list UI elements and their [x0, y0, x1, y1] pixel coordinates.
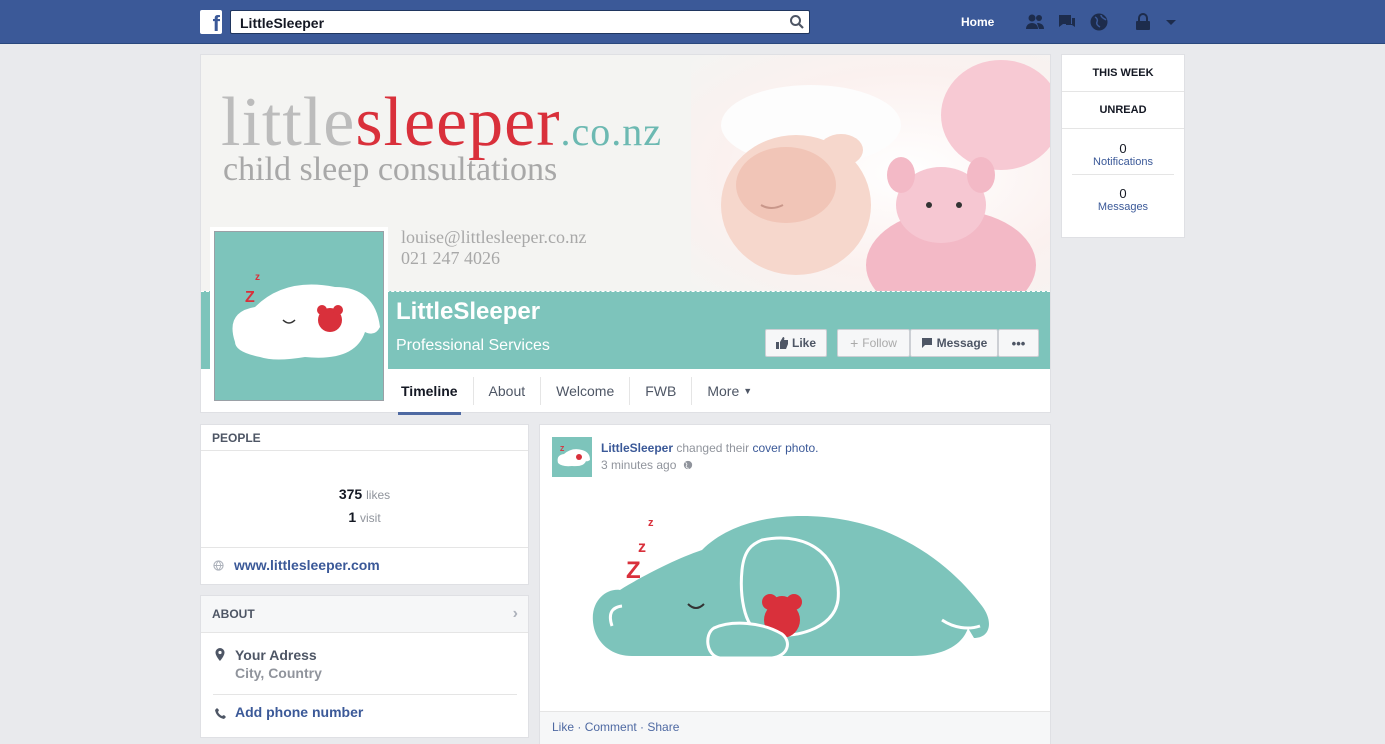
svg-text:Z: Z — [560, 446, 565, 453]
post-author-link[interactable]: LittleSleeper — [601, 441, 673, 455]
visits-count: 1 — [348, 509, 357, 525]
cover-photo-link[interactable]: cover photo. — [752, 441, 818, 455]
timeline-post: Z LittleSleeper changed their cover phot… — [539, 424, 1051, 744]
notifications-count: 0 — [1119, 141, 1127, 156]
website-row: www.littlesleeper.com — [201, 547, 528, 582]
this-week-heading[interactable]: THIS WEEK — [1062, 55, 1184, 92]
svg-text:Z: Z — [245, 289, 255, 306]
search-value: LittleSleeper — [240, 15, 325, 31]
logo-sleeper: sleeper — [355, 84, 561, 161]
messages-stat[interactable]: 0 Messages — [1062, 175, 1184, 213]
address-line-2: City, Country — [235, 665, 322, 681]
profile-picture[interactable]: Z z — [214, 231, 384, 401]
about-heading: ABOUT — [212, 607, 255, 621]
post-like-link[interactable]: Like — [552, 720, 574, 734]
add-phone-row[interactable]: Add phone number — [213, 694, 517, 720]
website-link[interactable]: www.littlesleeper.com — [234, 557, 380, 573]
sleeping-elephant-logo-icon: Z z — [232, 272, 380, 360]
top-navigation-bar: f LittleSleeper Home — [0, 0, 1385, 44]
add-phone-link[interactable]: Add phone number — [213, 704, 363, 720]
sleeping-elephant-image[interactable]: Z z z — [592, 510, 996, 670]
friend-requests-icon[interactable] — [1025, 12, 1045, 32]
post-action-text: changed their — [676, 441, 750, 455]
notifications-globe-icon[interactable] — [1089, 12, 1109, 32]
logo-little: little — [221, 84, 356, 161]
more-options-icon: ••• — [1011, 335, 1026, 351]
page-name[interactable]: LittleSleeper — [396, 298, 540, 326]
likes-count: 375 — [338, 486, 363, 502]
tab-about[interactable]: About — [474, 377, 542, 405]
messages-count: 0 — [1119, 186, 1127, 201]
message-button[interactable]: Message — [910, 329, 998, 357]
cover-phone: 021 247 4026 — [401, 248, 500, 268]
post-headline: LittleSleeper changed their cover photo. — [601, 441, 819, 455]
home-link[interactable]: Home — [961, 15, 994, 29]
follow-button[interactable]: + Follow — [837, 329, 910, 357]
people-card: PEOPLE 375 likes 1 visit www.littlesleep… — [200, 424, 529, 585]
svg-text:z: z — [648, 517, 654, 529]
post-comment-link[interactable]: Comment — [585, 720, 637, 734]
search-icon[interactable] — [789, 14, 805, 30]
svg-text:z: z — [255, 272, 260, 283]
sleeping-baby-photo — [691, 55, 1050, 320]
message-button-label: Message — [936, 336, 988, 350]
phone-icon — [215, 708, 226, 719]
about-heading-row[interactable]: ABOUT › — [201, 596, 528, 633]
follow-button-label: Follow — [862, 336, 897, 350]
page-tabs: Timeline About Welcome FWB More ▼ — [386, 369, 767, 415]
globe-icon — [213, 559, 224, 571]
post-author-avatar[interactable]: Z — [552, 437, 592, 477]
visits-stat[interactable]: 1 visit — [201, 506, 528, 529]
facebook-logo-icon[interactable]: f — [200, 10, 222, 36]
this-week-panel: THIS WEEK UNREAD 0 Notifications 0 Messa… — [1061, 54, 1185, 238]
notifications-stat[interactable]: 0 Notifications — [1062, 129, 1184, 168]
people-heading: PEOPLE — [201, 425, 528, 451]
likes-label: likes — [366, 488, 391, 502]
cover-contact: louise@littlesleeper.co.nz 021 247 4026 — [401, 227, 587, 269]
public-globe-icon[interactable] — [683, 460, 693, 470]
more-options-button[interactable]: ••• — [998, 329, 1039, 357]
notifications-label[interactable]: Notifications — [1062, 156, 1184, 168]
messages-label[interactable]: Messages — [1062, 201, 1184, 213]
like-button[interactable]: Like — [765, 329, 827, 357]
logo-tld: .co.nz — [560, 109, 663, 154]
likes-stat[interactable]: 375 likes — [201, 483, 528, 506]
address-row: Your Adress City, Country — [213, 646, 322, 682]
caret-down-icon: ▼ — [743, 386, 753, 396]
tab-timeline[interactable]: Timeline — [386, 377, 474, 415]
cover-tagline: child sleep consultations — [223, 151, 558, 188]
tab-welcome[interactable]: Welcome — [541, 377, 631, 405]
page-header-card: littlesleeper.co.nz child sleep consulta… — [200, 54, 1051, 415]
tab-more[interactable]: More ▼ — [692, 377, 767, 405]
search-input[interactable]: LittleSleeper — [230, 10, 810, 34]
baby-with-teddy-image — [721, 60, 1050, 320]
about-card: ABOUT › Your Adress City, Country Add ph… — [200, 595, 529, 738]
tab-fwb[interactable]: FWB — [630, 377, 693, 405]
post-action-bar: Like · Comment · Share — [540, 711, 1050, 744]
post-time-text: 3 minutes ago — [601, 458, 677, 472]
page-category[interactable]: Professional Services — [396, 337, 550, 355]
thumbs-up-icon — [775, 337, 788, 349]
svg-text:z: z — [638, 539, 646, 556]
elephant-thumbnail-icon: Z — [557, 446, 590, 467]
address-line-1: Your Adress — [235, 647, 317, 663]
account-settings-chevron-down-icon[interactable] — [1161, 12, 1181, 32]
post-share-link[interactable]: Share — [647, 720, 679, 734]
chevron-right-icon: › — [512, 605, 518, 622]
tab-more-label: More — [707, 383, 740, 399]
location-pin-icon — [215, 648, 225, 661]
people-stats: 375 likes 1 visit — [201, 451, 528, 529]
message-bubble-icon — [921, 338, 932, 348]
plus-icon: + — [850, 335, 859, 351]
like-button-label: Like — [791, 336, 816, 350]
cover-email: louise@littlesleeper.co.nz — [401, 227, 587, 247]
post-timestamp[interactable]: 3 minutes ago — [601, 458, 693, 472]
privacy-shortcuts-icon[interactable] — [1133, 12, 1153, 32]
unread-heading[interactable]: UNREAD — [1062, 92, 1184, 129]
visits-label: visit — [360, 511, 381, 525]
messages-icon[interactable] — [1057, 12, 1077, 32]
